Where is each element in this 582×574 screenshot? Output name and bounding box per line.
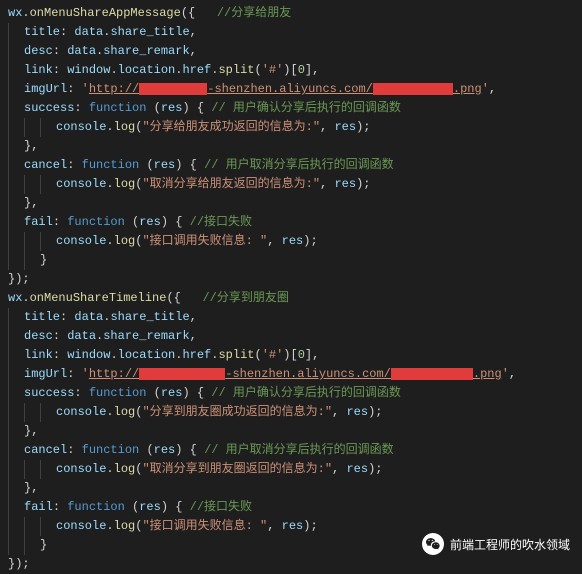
code-line: success: function (res) { // 用户确认分享后执行的回… xyxy=(0,384,582,403)
redacted-text: xx xyxy=(373,83,453,95)
code-line: title: data.share_title, xyxy=(0,23,582,42)
code-line: fail: function (res) { //接口失败 xyxy=(0,498,582,517)
code-line: success: function (res) { // 用户确认分享后执行的回… xyxy=(0,99,582,118)
code-line: fail: function (res) { //接口失败 xyxy=(0,213,582,232)
code-line: }); xyxy=(0,555,582,574)
code-line: console.log("分享到朋友圈成功返回的信息为:", res); xyxy=(0,403,582,422)
code-line: }, xyxy=(0,137,582,156)
code-line: link: window.location.href.split('#')[0]… xyxy=(0,61,582,80)
code-line: }); xyxy=(0,270,582,289)
code-line: console.log("分享给朋友成功返回的信息为:", res); xyxy=(0,118,582,137)
code-line: console.log("取消分享给朋友返回的信息为:", res); xyxy=(0,175,582,194)
code-line: console.log("取消分享到朋友圈返回的信息为:", res); xyxy=(0,460,582,479)
url-link[interactable]: http://xx-shenzhen.aliyuncs.com/xx.png xyxy=(89,82,482,96)
code-line: }, xyxy=(0,194,582,213)
code-line: link: window.location.href.split('#')[0]… xyxy=(0,346,582,365)
watermark-text: 前端工程师的吹水领域 xyxy=(450,536,570,553)
code-line: desc: data.share_remark, xyxy=(0,327,582,346)
code-line: title: data.share_title, xyxy=(0,308,582,327)
code-line: wx.onMenuShareTimeline({ //分享到朋友圈 xyxy=(0,289,582,308)
redacted-text: xx xyxy=(391,368,473,380)
redacted-text: xx xyxy=(139,83,207,95)
code-line: imgUrl: 'http://xx-shenzhen.aliyuncs.com… xyxy=(0,80,582,99)
wechat-icon xyxy=(422,533,444,555)
code-editor: wx.onMenuShareAppMessage({ //分享给朋友 title… xyxy=(0,4,582,574)
code-line: cancel: function (res) { // 用户取消分享后执行的回调… xyxy=(0,441,582,460)
code-line: imgUrl: 'http://xx-shenzhen.aliyuncs.com… xyxy=(0,365,582,384)
code-line: wx.onMenuShareAppMessage({ //分享给朋友 xyxy=(0,4,582,23)
code-line: cancel: function (res) { // 用户取消分享后执行的回调… xyxy=(0,156,582,175)
watermark: 前端工程师的吹水领域 xyxy=(422,533,570,555)
redacted-text: xx xyxy=(139,368,225,380)
code-line: } xyxy=(0,251,582,270)
code-line: console.log("接口调用失败信息: ", res); xyxy=(0,232,582,251)
code-line: }, xyxy=(0,422,582,441)
code-line: }, xyxy=(0,479,582,498)
url-link[interactable]: http://xx-shenzhen.aliyuncs.com/xx.png xyxy=(89,367,502,381)
code-line: desc: data.share_remark, xyxy=(0,42,582,61)
